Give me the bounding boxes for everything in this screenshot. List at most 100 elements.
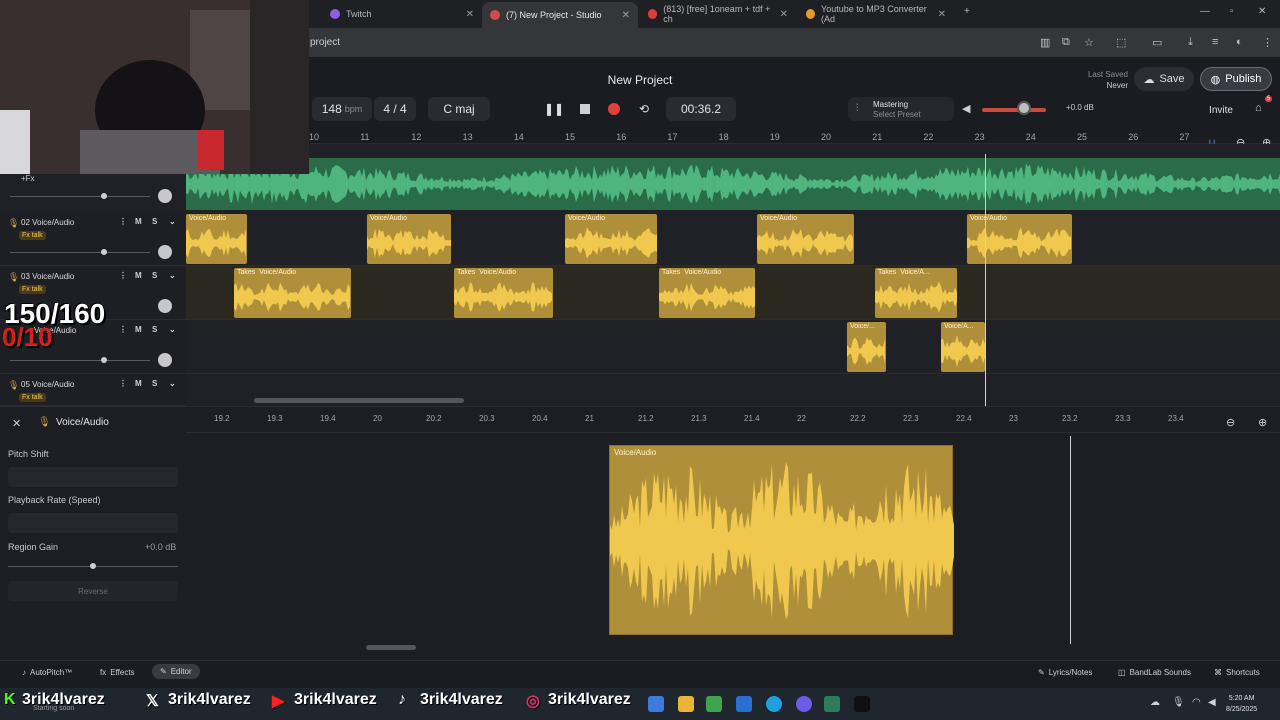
- bpm-field[interactable]: 148 bpm: [312, 97, 372, 121]
- lyrics-button[interactable]: ✎ Lyrics/Notes: [1038, 668, 1092, 677]
- folder-icon[interactable]: [678, 696, 694, 712]
- fader-knob[interactable]: [101, 249, 107, 255]
- chevron-down-icon[interactable]: ⌄: [169, 271, 176, 280]
- copilot-icon[interactable]: [648, 696, 664, 712]
- close-window-icon[interactable]: ✕: [1258, 6, 1266, 17]
- audio-region[interactable]: Voice/Audio: [757, 214, 854, 264]
- autopitch-button[interactable]: ♪ AutoPitch™: [22, 668, 72, 677]
- sounds-button[interactable]: ◫ BandLab Sounds: [1118, 668, 1191, 677]
- audio-region[interactable]: Takes Voice/Audio: [659, 268, 755, 318]
- epic-icon[interactable]: [854, 696, 870, 712]
- playback-rate-stepper[interactable]: [8, 513, 178, 533]
- mute-button[interactable]: M: [135, 217, 142, 226]
- invite-button[interactable]: Invite: [1200, 99, 1242, 121]
- pitch-shift-stepper[interactable]: [8, 467, 178, 487]
- save-button[interactable]: ☁ Save: [1134, 67, 1194, 91]
- star-icon[interactable]: ☆: [1084, 36, 1094, 49]
- download-icon[interactable]: ⤓: [1188, 36, 1193, 49]
- extensions-icon[interactable]: ⬚: [1116, 36, 1126, 49]
- url-field[interactable]: project: [310, 37, 340, 48]
- time-signature[interactable]: 4 / 4: [374, 97, 416, 121]
- pan-knob[interactable]: [158, 353, 172, 367]
- tab-converter[interactable]: Youtube to MP3 Converter (Ad ✕: [798, 4, 954, 24]
- key-selector[interactable]: C maj: [428, 97, 490, 121]
- store-icon[interactable]: [736, 696, 752, 712]
- solo-button[interactable]: S: [152, 271, 157, 280]
- track-01-fader[interactable]: [10, 196, 150, 197]
- solo-button[interactable]: S: [152, 325, 157, 334]
- track-fader[interactable]: [10, 252, 150, 253]
- audio-region[interactable]: Voice/Audio: [186, 214, 247, 264]
- sidebar-icon[interactable]: ▭: [1152, 36, 1162, 49]
- close-icon[interactable]: ✕: [938, 9, 946, 20]
- audio-region[interactable]: Takes Voice/Audio: [454, 268, 553, 318]
- cloud-icon[interactable]: ☁: [1150, 697, 1160, 708]
- discord-icon[interactable]: [796, 696, 812, 712]
- master-volume-slider[interactable]: [982, 108, 1046, 112]
- minecraft-icon[interactable]: [706, 696, 722, 712]
- close-icon[interactable]: ✕: [622, 10, 630, 21]
- wifi-icon[interactable]: ◠: [1192, 697, 1201, 708]
- profile-icon[interactable]: ◐: [1236, 36, 1243, 48]
- editor-ruler[interactable]: 19.2 19.3 19.4 20 20.2 20.3 20.4 21 21.2 21.3 21.4…: [186, 407, 1280, 433]
- fx-tag[interactable]: Fx talk: [19, 285, 46, 294]
- tab-twitch[interactable]: Twitch ✕: [322, 4, 482, 24]
- tab-studio[interactable]: (7) New Project - Studio ✕: [482, 2, 638, 28]
- fader-knob[interactable]: [101, 193, 107, 199]
- edge-icon[interactable]: [766, 696, 782, 712]
- close-icon[interactable]: ✕: [466, 9, 474, 20]
- project-title[interactable]: New Project: [560, 73, 720, 87]
- close-icon[interactable]: ✕: [780, 9, 788, 20]
- audio-region[interactable]: Voice/...: [847, 322, 886, 372]
- mastering-selector[interactable]: ⫶ Mastering Select Preset: [848, 97, 954, 121]
- app-icon[interactable]: [824, 696, 840, 712]
- chevron-down-icon[interactable]: ⌄: [169, 379, 176, 388]
- editor-audio-region[interactable]: Voice/Audio: [609, 445, 954, 635]
- audio-region[interactable]: Takes Voice/A...: [875, 268, 957, 318]
- playhead[interactable]: [985, 154, 986, 406]
- audio-region[interactable]: Voice/Audio: [565, 214, 657, 264]
- restore-icon[interactable]: ▫: [1230, 6, 1234, 17]
- speaker-icon[interactable]: ◀: [962, 102, 970, 115]
- audio-region[interactable]: Takes Voice/Audio: [234, 268, 351, 318]
- fader-knob[interactable]: [101, 357, 107, 363]
- pan-knob[interactable]: [158, 189, 172, 203]
- editor-playhead[interactable]: [1070, 436, 1071, 644]
- system-clock[interactable]: 5:20 AM 8/25/2025: [1226, 693, 1257, 715]
- zoom-in-icon[interactable]: ⊕: [1258, 416, 1267, 429]
- solo-button[interactable]: S: [152, 217, 157, 226]
- close-icon[interactable]: ✕: [12, 417, 21, 430]
- chevron-down-icon[interactable]: ⌄: [169, 325, 176, 334]
- timeline-ruler[interactable]: 10 11 12 13 14 15 16 17 18 19 20 21 22 23 24 25 26 27: [309, 130, 1280, 144]
- pan-knob[interactable]: [158, 245, 172, 259]
- track-lane-03[interactable]: Takes Voice/Audio Takes Voice/Audio Take…: [186, 266, 1280, 320]
- kebab-icon[interactable]: ⋮: [119, 217, 127, 226]
- cast-icon[interactable]: ⧉: [1062, 36, 1070, 49]
- effects-button[interactable]: fx Effects: [100, 668, 135, 677]
- track-fader[interactable]: [10, 360, 150, 361]
- track-header-05[interactable]: 🎙 05 Voice/Audio Fx talk ⋮ M S ⌄: [0, 374, 186, 406]
- mute-button[interactable]: M: [135, 379, 142, 388]
- track-01-region[interactable]: [186, 158, 1280, 210]
- more-icon[interactable]: ⋮: [1262, 36, 1273, 49]
- kebab-icon[interactable]: ⋮: [119, 379, 127, 388]
- menu-icon[interactable]: ≡: [1212, 36, 1218, 48]
- stop-button[interactable]: [572, 97, 598, 121]
- track-lane-02[interactable]: Voice/Audio Voice/Audio Voice/Audio Voic…: [186, 212, 1280, 266]
- add-fx-button[interactable]: +Fx: [21, 174, 35, 183]
- publish-button[interactable]: ◍ Publish: [1200, 67, 1272, 91]
- reverse-button[interactable]: Reverse: [8, 581, 178, 601]
- pan-knob[interactable]: [158, 299, 172, 313]
- editor-scrollbar[interactable]: [366, 645, 416, 650]
- editor-tab[interactable]: ✎ Editor: [152, 664, 200, 679]
- volume-icon[interactable]: ◀: [1208, 697, 1216, 708]
- horizontal-scrollbar[interactable]: [254, 398, 464, 403]
- track-header-02[interactable]: 🎙 02 Voice/Audio Fx talk ⋮ M S ⌄: [0, 212, 186, 266]
- shortcuts-button[interactable]: ⌘ Shortcuts: [1214, 668, 1260, 677]
- loop-button[interactable]: ⟲: [631, 97, 657, 121]
- chevron-down-icon[interactable]: ⌄: [169, 217, 176, 226]
- minimize-icon[interactable]: —: [1200, 6, 1210, 17]
- mute-button[interactable]: M: [135, 325, 142, 334]
- solo-button[interactable]: S: [152, 379, 157, 388]
- gain-thumb[interactable]: [90, 563, 96, 569]
